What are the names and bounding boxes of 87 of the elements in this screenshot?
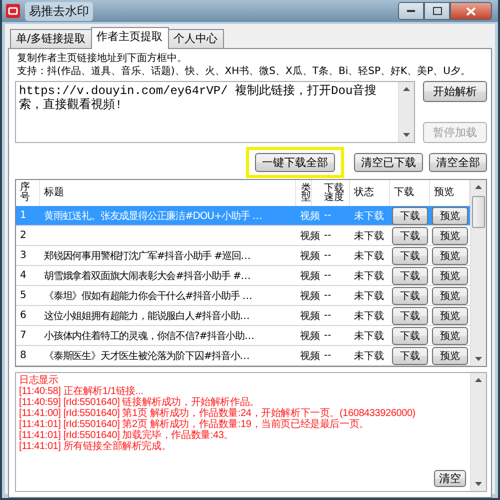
clear-log-button[interactable]: 清空 [434,470,466,487]
status-cell-text: 未下载 [354,230,384,242]
download-button[interactable]: 下载 [392,206,428,224]
speed-cell: -- [324,230,332,241]
video-title: 《泰斯医生》天才医生被沦落为阶下囚#抖音小… [44,350,250,362]
video-title: 《泰坦》假如有超能力你会干什么#抖音小助手 … [44,290,252,302]
type-cell-text: 视频 [300,230,320,242]
row-number: 2 [20,230,26,241]
download-button[interactable]: 下载 [392,226,428,244]
status-cell-text: 未下载 [354,350,384,362]
minimize-button[interactable] [398,2,424,20]
scroll-up-icon[interactable] [475,378,482,382]
close-button[interactable] [450,2,492,20]
speed-cell: -- [324,270,332,281]
status-cell-text: 未下载 [354,330,384,342]
log-line: [11:41:01] [rId:5501640] 加载完毕，作品数量:43。 [19,430,235,441]
tab[interactable]: 单/多链接提取 [10,29,92,48]
preview-button[interactable]: 预览 [432,286,468,304]
row-number: 4 [20,270,26,281]
scroll-down-icon[interactable] [403,133,410,137]
status-cell-text: 未下载 [354,250,384,262]
tab[interactable]: 个人中心 [168,29,224,48]
speed-cell: -- [324,310,332,321]
type-cell-text: 视频 [300,290,320,302]
video-title: 这位小姐姐拥有超能力，能说服白人#抖音小助… [44,310,250,322]
row-number: 1 [20,210,26,221]
row-number: 3 [20,250,26,261]
download-all-button[interactable]: 一键下载全部 [255,153,335,172]
tab[interactable]: 作者主页提取 [90,27,169,49]
speed-cell: -- [324,210,332,221]
clear-downloaded-button[interactable]: 清空已下载 [354,153,423,172]
preview-button[interactable]: 预览 [432,306,468,324]
maximize-icon[interactable] [432,7,442,15]
preview-button[interactable]: 预览 [432,246,468,264]
speed-cell: -- [324,350,332,361]
status-cell-text: 未下载 [354,310,384,322]
row-number: 8 [20,350,26,361]
type-cell-text: 视频 [300,210,320,222]
preview-button[interactable]: 预览 [432,346,468,364]
download-button[interactable]: 下载 [392,266,428,284]
row-number: 7 [20,330,26,341]
video-title: 黄雨虹送礼。张友成显得公正廉洁#DOU+小助手 … [44,210,262,222]
start-parse-button[interactable]: 开始解析 [423,81,487,102]
preview-button[interactable]: 预览 [432,206,468,224]
type-cell-text: 视频 [300,330,320,342]
preview-button[interactable]: 预览 [432,326,468,344]
log-line: [11:41:01] [rId:5501640] 第2页 解析成功，作品数量:19，当前页已经是最后一页。 [19,419,370,430]
log-line: [11:41:01] 所有链接全部解析完成。 [19,441,172,452]
row-number: 5 [20,290,26,301]
scroll-up-icon[interactable] [475,185,482,189]
speed-cell: -- [324,290,332,301]
video-title: 胡雪娥拿着双面旗大闹表彰大会#抖音小助手 #… [44,270,250,282]
scroll-up-icon[interactable] [403,87,410,91]
speed-cell: -- [324,250,332,261]
scroll-thumb[interactable] [472,196,485,228]
window-title: 易推去水印 [25,2,93,20]
maximize-button[interactable] [424,2,450,20]
video-title: 郑锐因何事用警棍打沈广军#抖音小助手 #巡回… [44,250,250,262]
preview-button[interactable]: 预览 [432,266,468,284]
status-cell-text: 未下载 [354,270,384,282]
log-line: [11:40:58] 正在解析1/1链接... [19,386,144,397]
log-line: [11:40:59] [rId:5501640] 链接解析成功，开始解析作品。 [19,397,260,408]
preview-button[interactable]: 预览 [432,226,468,244]
type-cell-text: 视频 [300,250,320,262]
type-cell-text: 视频 [300,310,320,322]
type-cell-text: 视频 [300,350,320,362]
speed-cell: -- [324,330,332,341]
link-input-field[interactable]: https://v.douyin.com/ey64rVP/ 複制此链接，打开Dou音搜索，直接觀看視頻! [15,81,415,143]
clear-all-button[interactable]: 清空全部 [429,153,487,172]
download-button[interactable]: 下载 [392,286,428,304]
type-cell-text: 视频 [300,270,320,282]
log-line: [11:41:00] [rId:5501640] 第1页 解析成功，作品数量:24，开始解析下一页。(1608433926000) [19,408,416,419]
video-title: 小孩体内住着特工的灵魂，你信不信?#抖音小助… [44,330,254,342]
download-button[interactable]: 下载 [392,346,428,364]
app-logo-icon [6,4,20,18]
download-button[interactable]: 下载 [392,306,428,324]
log-title: 日志显示 [19,375,60,386]
download-button[interactable]: 下载 [392,246,428,264]
instruction-text: 支持：抖(作品、道具、音乐、话题)、快、火、XH书、微S、X瓜、T条、Bi、轻SP、好K、美P、U夕。 [16,65,472,78]
close-icon[interactable] [466,6,476,16]
status-cell-text: 未下载 [354,210,384,222]
status-cell-text: 未下载 [354,290,384,302]
scroll-down-icon[interactable] [475,482,482,486]
download-button[interactable]: 下载 [392,326,428,344]
instruction-text: 复制作者主页链接地址到下面方框中。 [16,52,188,65]
row-number: 6 [20,310,26,321]
scroll-down-icon[interactable] [475,357,482,361]
